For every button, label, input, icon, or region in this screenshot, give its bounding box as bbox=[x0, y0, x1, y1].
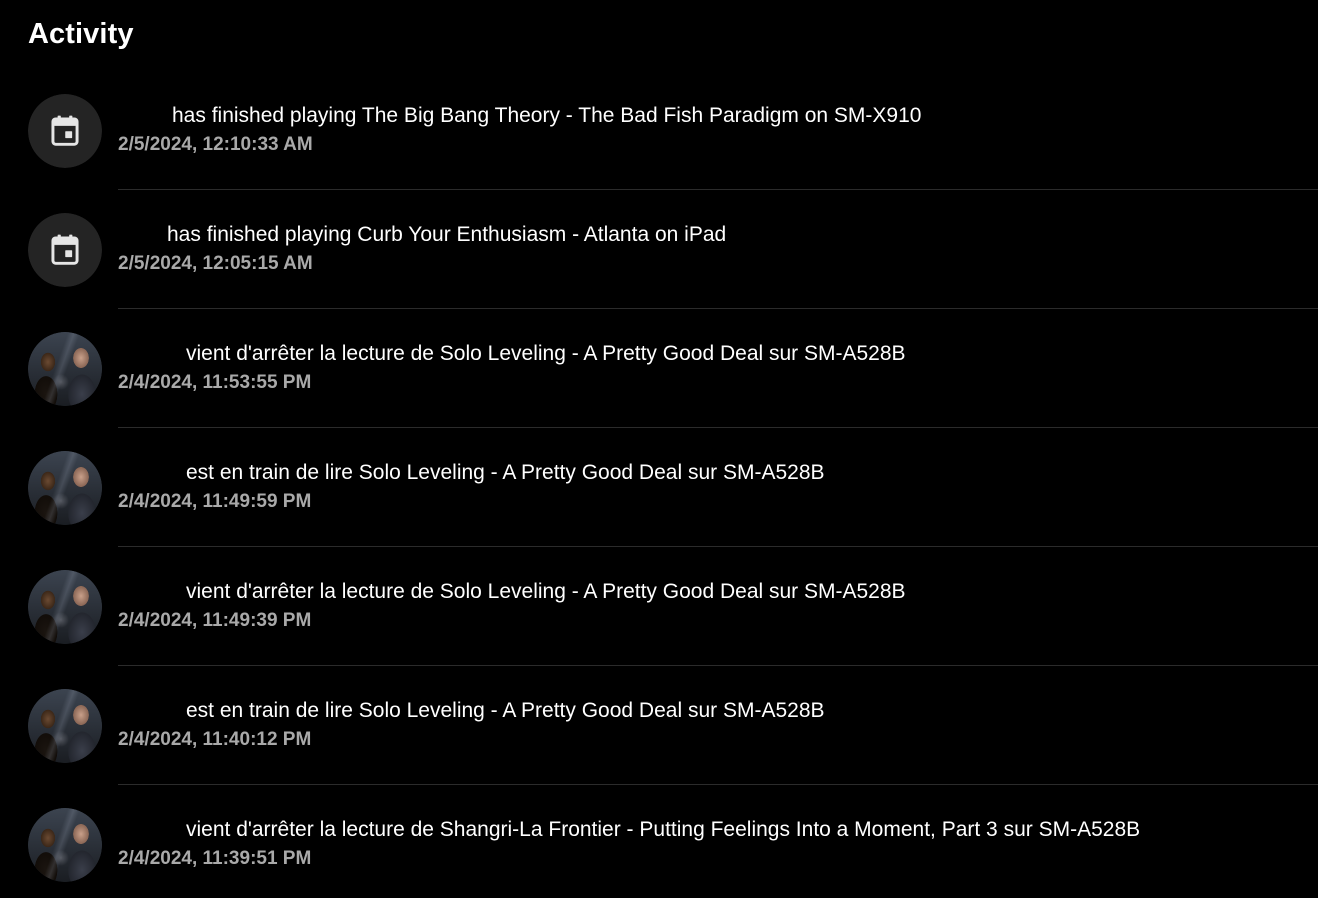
avatar bbox=[28, 689, 102, 763]
avatar bbox=[28, 94, 102, 168]
activity-text: vient d'arrêter la lecture de Shangri-La… bbox=[186, 818, 1141, 841]
activity-message: vient d'arrêter la lecture de Shangri-La… bbox=[118, 817, 1318, 842]
activity-timestamp: 2/4/2024, 11:49:59 PM bbox=[118, 491, 312, 512]
activity-text: has finished playing Curb Your Enthusias… bbox=[167, 223, 727, 246]
activity-message: vient d'arrêter la lecture de Solo Level… bbox=[118, 341, 1318, 366]
activity-message: has finished playing Curb Your Enthusias… bbox=[118, 222, 1318, 247]
avatar bbox=[28, 570, 102, 644]
calendar-icon bbox=[28, 94, 102, 168]
activity-message: vient d'arrêter la lecture de Solo Level… bbox=[118, 579, 1318, 604]
activity-item[interactable]: est en train de lire Solo Leveling - A P… bbox=[0, 428, 1318, 547]
avatar bbox=[28, 808, 102, 882]
user-photo bbox=[28, 689, 102, 763]
activity-message: est en train de lire Solo Leveling - A P… bbox=[118, 460, 1318, 485]
activity-timestamp: 2/4/2024, 11:40:12 PM bbox=[118, 729, 312, 750]
avatar bbox=[28, 451, 102, 525]
activity-timestamp: 2/4/2024, 11:49:39 PM bbox=[118, 610, 312, 631]
activity-timestamp: 2/4/2024, 11:39:51 PM bbox=[118, 848, 312, 869]
activity-text: vient d'arrêter la lecture de Solo Level… bbox=[186, 580, 906, 603]
activity-timestamp: 2/5/2024, 12:10:33 AM bbox=[118, 134, 313, 155]
activity-message: est en train de lire Solo Leveling - A P… bbox=[118, 698, 1318, 723]
activity-item[interactable]: has finished playing The Big Bang Theory… bbox=[0, 71, 1318, 190]
activity-text: est en train de lire Solo Leveling - A P… bbox=[186, 699, 825, 722]
activity-timestamp: 2/4/2024, 11:53:55 PM bbox=[118, 372, 312, 393]
activity-item[interactable]: vient d'arrêter la lecture de Shangri-La… bbox=[0, 785, 1318, 898]
avatar bbox=[28, 213, 102, 287]
activity-message: has finished playing The Big Bang Theory… bbox=[118, 103, 1318, 128]
activity-text: vient d'arrêter la lecture de Solo Level… bbox=[186, 342, 906, 365]
activity-item[interactable]: vient d'arrêter la lecture de Solo Level… bbox=[0, 309, 1318, 428]
activity-item[interactable]: vient d'arrêter la lecture de Solo Level… bbox=[0, 547, 1318, 666]
activity-text: has finished playing The Big Bang Theory… bbox=[172, 104, 922, 127]
user-photo bbox=[28, 570, 102, 644]
user-photo bbox=[28, 451, 102, 525]
page-title: Activity bbox=[28, 18, 134, 50]
activity-item[interactable]: has finished playing Curb Your Enthusias… bbox=[0, 190, 1318, 309]
user-photo bbox=[28, 808, 102, 882]
activity-text: est en train de lire Solo Leveling - A P… bbox=[186, 461, 825, 484]
activity-timestamp: 2/5/2024, 12:05:15 AM bbox=[118, 253, 313, 274]
calendar-icon bbox=[28, 213, 102, 287]
avatar bbox=[28, 332, 102, 406]
user-photo bbox=[28, 332, 102, 406]
activity-item[interactable]: est en train de lire Solo Leveling - A P… bbox=[0, 666, 1318, 785]
activity-list: has finished playing The Big Bang Theory… bbox=[0, 71, 1318, 898]
